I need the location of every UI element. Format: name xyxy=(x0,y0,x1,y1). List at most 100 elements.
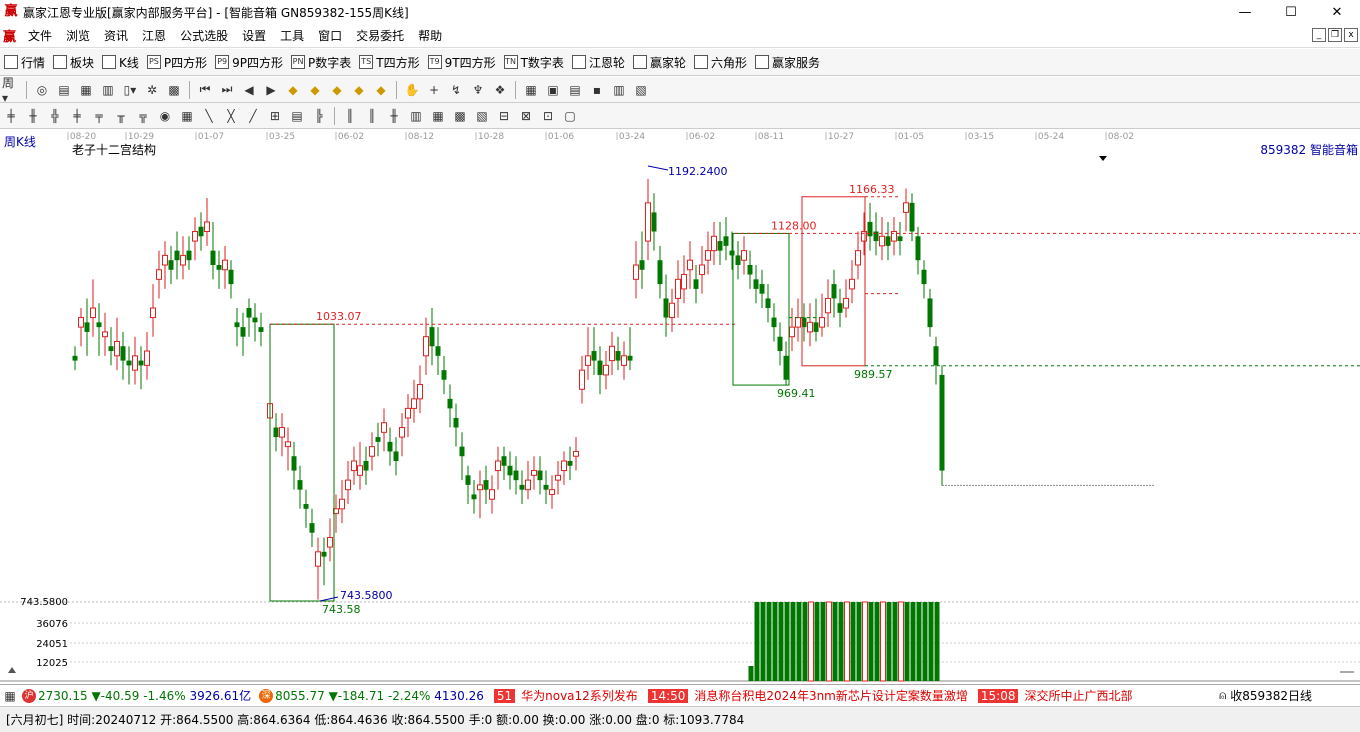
hexagon-button[interactable]: 六角形 xyxy=(690,54,751,71)
kline-button[interactable]: K线 xyxy=(98,54,143,71)
gann-tool-icon[interactable]: ▢ xyxy=(561,107,579,125)
period-select-button[interactable]: 周▾ xyxy=(2,76,20,105)
window-title: 赢家江恩专业版[赢家内部服务平台] - [智能音箱 GN859382-155周K… xyxy=(23,5,409,20)
menu-trade[interactable]: 交易委托 xyxy=(349,27,411,44)
gann-tool-icon[interactable]: ╬ xyxy=(46,107,64,125)
prev-icon[interactable]: ◀ xyxy=(240,81,258,99)
candle-body xyxy=(114,340,120,357)
gann-tool-icon[interactable]: ╪ xyxy=(68,107,86,125)
shanghai-index[interactable]: 沪 2730.15 ▼-40.59 -1.46% 3926.61亿 xyxy=(20,687,251,704)
gann-tool-icon[interactable]: ╫ xyxy=(385,107,403,125)
calendar-icon[interactable]: ▦ xyxy=(522,81,540,99)
diamond-icon[interactable]: ◆ xyxy=(306,81,324,99)
tool-icon[interactable]: ♆ xyxy=(469,81,487,99)
close-button[interactable]: ✕ xyxy=(1314,0,1360,24)
gann-tool-icon[interactable]: ⊞ xyxy=(266,107,284,125)
menu-browse[interactable]: 浏览 xyxy=(59,27,97,44)
kline-chart-panel[interactable]: 08-20 10-29 01-07 03-25 06-02 08-12 10-28 01-06… xyxy=(0,130,1360,683)
shenzhen-index[interactable]: 深 8055.77 ▼-184.71 -2.24% 4130.26 xyxy=(257,688,484,703)
gann-tool-icon[interactable]: ▩ xyxy=(451,107,469,125)
first-icon[interactable]: ⏮ xyxy=(196,81,214,99)
gann-tool-icon[interactable]: ╤ xyxy=(90,107,108,125)
gann-tool-icon[interactable]: ▦ xyxy=(429,107,447,125)
maximize-button[interactable]: ☐ xyxy=(1268,0,1314,24)
tool-icon[interactable]: ❖ xyxy=(491,81,509,99)
gann-tool-icon[interactable]: ║ xyxy=(363,107,381,125)
shenzhen-value: 8055.77 xyxy=(275,688,325,703)
hand-icon[interactable]: ✋ xyxy=(403,81,421,99)
menu-help[interactable]: 帮助 xyxy=(411,27,449,44)
gann-tool-icon[interactable]: ║ xyxy=(341,107,359,125)
candle-body xyxy=(789,326,795,338)
menu-tools[interactable]: 工具 xyxy=(273,27,311,44)
mdi-restore-button[interactable]: ❐ xyxy=(1328,28,1342,42)
tool-icon[interactable]: ↯ xyxy=(447,81,465,99)
menu-info[interactable]: 资讯 xyxy=(97,27,135,44)
p-number-table-button[interactable]: PN P数字表 xyxy=(287,54,355,71)
gann-wheel-button[interactable]: 江恩轮 xyxy=(568,54,629,71)
current-stock-status[interactable]: ⍝ 收859382日线 xyxy=(1215,687,1312,704)
gann-tool-icon[interactable]: ╦ xyxy=(134,107,152,125)
gann-tool-icon[interactable]: ╠ xyxy=(310,107,328,125)
grid-icon[interactable]: ▦ xyxy=(2,687,18,705)
gann-tool-icon[interactable]: ▥ xyxy=(407,107,425,125)
winner-wheel-button[interactable]: 赢家轮 xyxy=(629,54,690,71)
gann-tool-icon[interactable]: ◉ xyxy=(156,107,174,125)
news-text[interactable]: 消息称台积电2024年3nm新芯片设计定案数量激增 xyxy=(694,687,967,704)
menu-file[interactable]: 文件 xyxy=(21,27,59,44)
t-square-button[interactable]: TS T四方形 xyxy=(355,54,423,71)
gann-tool-icon[interactable]: ▤ xyxy=(288,107,306,125)
tool-icon[interactable]: ✲ xyxy=(143,81,161,99)
tool-icon[interactable]: ▤ xyxy=(55,81,73,99)
diamond-icon[interactable]: ◆ xyxy=(372,81,390,99)
tool-icon[interactable]: ▯▾ xyxy=(121,81,139,99)
crosshair-icon[interactable]: + xyxy=(425,81,443,99)
tool-icon[interactable]: ▥ xyxy=(610,81,628,99)
tool-icon[interactable]: ▤ xyxy=(566,81,584,99)
gann-tool-icon[interactable]: ⊟ xyxy=(495,107,513,125)
menu-gann[interactable]: 江恩 xyxy=(135,27,173,44)
mdi-minimize-button[interactable]: _ xyxy=(1312,28,1326,42)
diamond-icon[interactable]: ◆ xyxy=(284,81,302,99)
news-text[interactable]: 华为nova12系列发布 xyxy=(521,687,638,704)
tool-icon[interactable]: ▦ xyxy=(77,81,95,99)
mdi-close-button[interactable]: x xyxy=(1344,28,1358,42)
gann-tool-icon[interactable]: ╲ xyxy=(200,107,218,125)
tool-icon[interactable]: ▩ xyxy=(165,81,183,99)
gann-tool-icon[interactable]: ╥ xyxy=(112,107,130,125)
t-number-table-button[interactable]: TN T数字表 xyxy=(500,54,568,71)
gann-tool-icon[interactable]: ⊠ xyxy=(517,107,535,125)
minimize-button[interactable]: — xyxy=(1222,0,1268,24)
tool-icon[interactable]: ▣ xyxy=(544,81,562,99)
volume-bar xyxy=(760,602,766,681)
menu-formula[interactable]: 公式选股 xyxy=(173,27,235,44)
gann-tool-icon[interactable]: ╫ xyxy=(24,107,42,125)
title-bar: 赢 赢家江恩专业版[赢家内部服务平台] - [智能音箱 GN859382-155… xyxy=(0,0,1360,24)
tool-icon[interactable]: ◎ xyxy=(33,81,51,99)
candle-body xyxy=(849,278,855,290)
quotes-button[interactable]: 行情 xyxy=(0,54,49,71)
sector-button[interactable]: 板块 xyxy=(49,54,98,71)
menu-settings[interactable]: 设置 xyxy=(235,27,273,44)
gann-tool-icon[interactable]: ▧ xyxy=(473,107,491,125)
9t-square-button[interactable]: T9 9T四方形 xyxy=(424,54,500,71)
tool-icon[interactable]: ▧ xyxy=(632,81,650,99)
tool-icon[interactable]: ▥ xyxy=(99,81,117,99)
9p-square-button[interactable]: P9 9P四方形 xyxy=(211,54,287,71)
gann-tool-icon[interactable]: ⊡ xyxy=(539,107,557,125)
next-icon[interactable]: ▶ xyxy=(262,81,280,99)
news-text[interactable]: 深交所中止广西北部 xyxy=(1024,687,1132,704)
kline-chart[interactable]: 08-20 10-29 01-07 03-25 06-02 08-12 10-28 01-06… xyxy=(0,130,1360,683)
gann-tool-icon[interactable]: ╪ xyxy=(2,107,20,125)
menu-window[interactable]: 窗口 xyxy=(311,27,349,44)
last-icon[interactable]: ⏭ xyxy=(218,81,236,99)
diamond-icon[interactable]: ◆ xyxy=(328,81,346,99)
gann-tool-icon[interactable]: ╳ xyxy=(222,107,240,125)
p-square-button[interactable]: PS P四方形 xyxy=(143,54,211,71)
gann-tool-icon[interactable]: ╱ xyxy=(244,107,262,125)
diamond-icon[interactable]: ◆ xyxy=(350,81,368,99)
news-ticker[interactable]: 51 华为nova12系列发布 14:50 消息称台积电2024年3nm新芯片设… xyxy=(493,687,1143,704)
winner-service-button[interactable]: 赢家服务 xyxy=(751,54,824,71)
save-icon[interactable]: ▪ xyxy=(588,81,606,99)
gann-tool-icon[interactable]: ▦ xyxy=(178,107,196,125)
